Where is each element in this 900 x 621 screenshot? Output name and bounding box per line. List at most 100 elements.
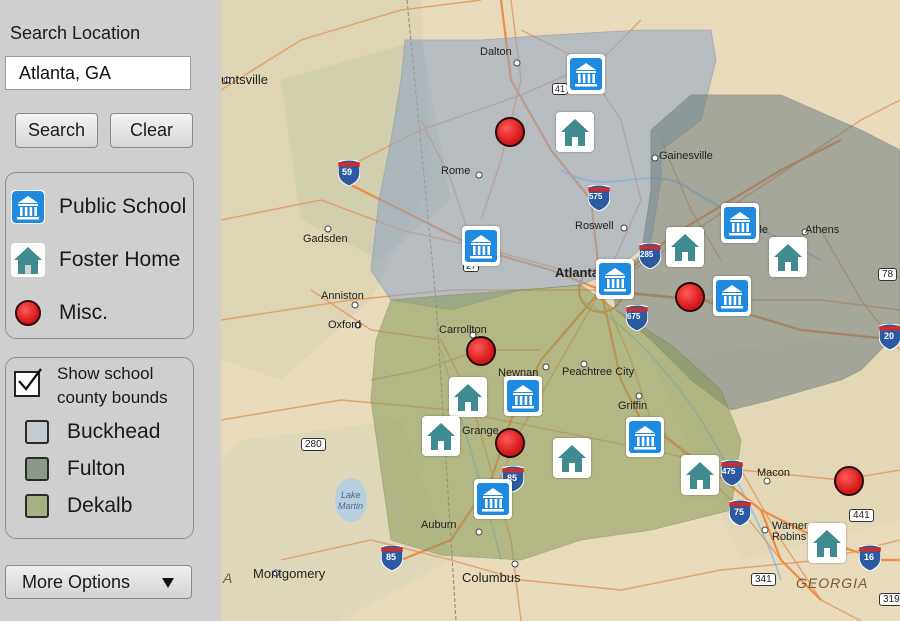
legend-item-foster-home: Foster Home <box>11 243 180 277</box>
place-peachtree-city: Peachtree City <box>562 366 635 378</box>
place-athens: Athens <box>805 224 840 236</box>
misc-marker[interactable] <box>495 428 525 458</box>
place-macon: Macon <box>757 467 791 479</box>
house-icon <box>454 384 482 411</box>
misc-marker[interactable] <box>495 117 525 147</box>
foster-home-marker[interactable] <box>553 438 591 478</box>
house-icon <box>671 234 699 261</box>
county-label-dekalb: Dekalb <box>67 494 133 517</box>
place-anniston: Anniston <box>321 290 364 302</box>
house-icon <box>11 243 45 277</box>
legend-label-public-school: Public School <box>59 195 187 218</box>
misc-marker[interactable] <box>834 466 864 496</box>
place-auburn: Auburn <box>421 519 457 531</box>
school-marker[interactable] <box>626 417 664 457</box>
school-marker[interactable] <box>567 54 605 94</box>
place-carrollton: Carrollton <box>439 324 487 336</box>
dekalb-swatch <box>25 494 49 518</box>
show-bounds-label: Show school county bounds <box>57 362 168 410</box>
shield-i475: 475 <box>720 459 744 489</box>
county-item-dekalb[interactable]: Dekalb <box>25 494 132 518</box>
legend-panel: Public School Foster Home Misc. <box>5 172 194 339</box>
school-icon <box>11 190 45 224</box>
foster-home-marker[interactable] <box>769 237 807 277</box>
shield-us280: 280 <box>301 438 326 451</box>
school-marker[interactable] <box>596 259 634 299</box>
county-item-fulton[interactable]: Fulton <box>25 457 125 481</box>
place-oxford: Oxford <box>328 319 362 331</box>
clear-button[interactable]: Clear <box>110 113 193 148</box>
more-options-dropdown[interactable]: More Options <box>5 565 192 599</box>
house-icon <box>561 119 589 146</box>
search-button[interactable]: Search <box>15 113 98 148</box>
school-icon <box>465 230 497 262</box>
school-marker[interactable] <box>713 276 751 316</box>
shield-i85-south: 85 <box>380 544 404 574</box>
place-lagrange: Grange <box>462 425 499 437</box>
place-griffin: Griffin <box>618 400 648 412</box>
foster-home-marker[interactable] <box>666 227 704 267</box>
shield-i285: 285 <box>638 242 662 272</box>
house-icon <box>427 423 455 450</box>
place-atlanta: Atlanta <box>555 265 600 280</box>
school-icon <box>629 421 661 453</box>
shield-i575: 575 <box>587 184 611 214</box>
place-rome: Rome <box>441 165 471 177</box>
foster-home-marker[interactable] <box>422 416 460 456</box>
foster-home-marker[interactable] <box>556 112 594 152</box>
shield-i59: 59 <box>337 159 361 189</box>
misc-marker[interactable] <box>466 336 496 366</box>
school-marker[interactable] <box>462 226 500 266</box>
school-marker[interactable] <box>504 376 542 416</box>
red-dot-icon <box>15 300 41 326</box>
place-georgia-state: GEORGIA <box>796 575 869 591</box>
school-icon <box>716 280 748 312</box>
buckhead-swatch <box>25 420 49 444</box>
shield-us319: 319 <box>879 593 900 606</box>
place-roswell: Roswell <box>575 220 614 232</box>
house-icon <box>774 244 802 271</box>
school-icon <box>507 380 539 412</box>
legend-label-foster-home: Foster Home <box>59 248 181 271</box>
place-alabama-fragment: A <box>223 570 234 586</box>
school-marker[interactable] <box>721 203 759 243</box>
house-icon <box>558 445 586 472</box>
school-marker[interactable] <box>474 479 512 519</box>
school-icon <box>570 58 602 90</box>
map-view[interactable]: Dalton untsville Gainesville Rome Roswel… <box>221 0 900 621</box>
show-bounds-label-line1: Show school <box>57 364 154 383</box>
search-input[interactable] <box>5 56 191 90</box>
county-label-buckhead: Buckhead <box>67 420 161 443</box>
fulton-swatch <box>25 457 49 481</box>
shield-i675: 675 <box>625 304 649 334</box>
county-label-fulton: Fulton <box>67 457 126 480</box>
chevron-down-icon <box>161 574 175 595</box>
foster-home-marker[interactable] <box>681 455 719 495</box>
foster-home-marker[interactable] <box>449 377 487 417</box>
foster-home-marker[interactable] <box>808 523 846 563</box>
school-icon <box>477 483 509 515</box>
place-montgomery: Montgomery <box>253 566 326 581</box>
shield-us441: 441 <box>849 509 874 522</box>
shield-i75: 75 <box>728 499 752 529</box>
house-icon <box>813 530 841 557</box>
county-item-buckhead[interactable]: Buckhead <box>25 420 160 444</box>
place-gadsden: Gadsden <box>303 233 348 245</box>
more-options-label: More Options <box>22 571 131 592</box>
shield-us341: 341 <box>751 573 776 586</box>
sidebar: Search Location Search Clear Public Scho… <box>0 0 221 621</box>
place-gainesville: Gainesville <box>659 150 713 162</box>
place-warner-robins-line2: Robins <box>772 531 807 543</box>
place-columbus: Columbus <box>462 570 521 585</box>
misc-marker[interactable] <box>675 282 705 312</box>
place-lake-martin-line1: Lake <box>341 490 361 500</box>
legend-item-public-school: Public School <box>11 190 186 224</box>
shield-i20: 20 <box>878 323 900 353</box>
show-bounds-checkbox[interactable] <box>14 368 42 397</box>
place-huntsville: untsville <box>221 72 268 87</box>
shield-us41: 41 <box>552 83 569 95</box>
place-lake-martin-line2: Martin <box>338 501 364 511</box>
place-dalton: Dalton <box>480 46 512 58</box>
check-icon <box>18 368 42 391</box>
legend-item-misc: Misc. <box>15 300 108 326</box>
